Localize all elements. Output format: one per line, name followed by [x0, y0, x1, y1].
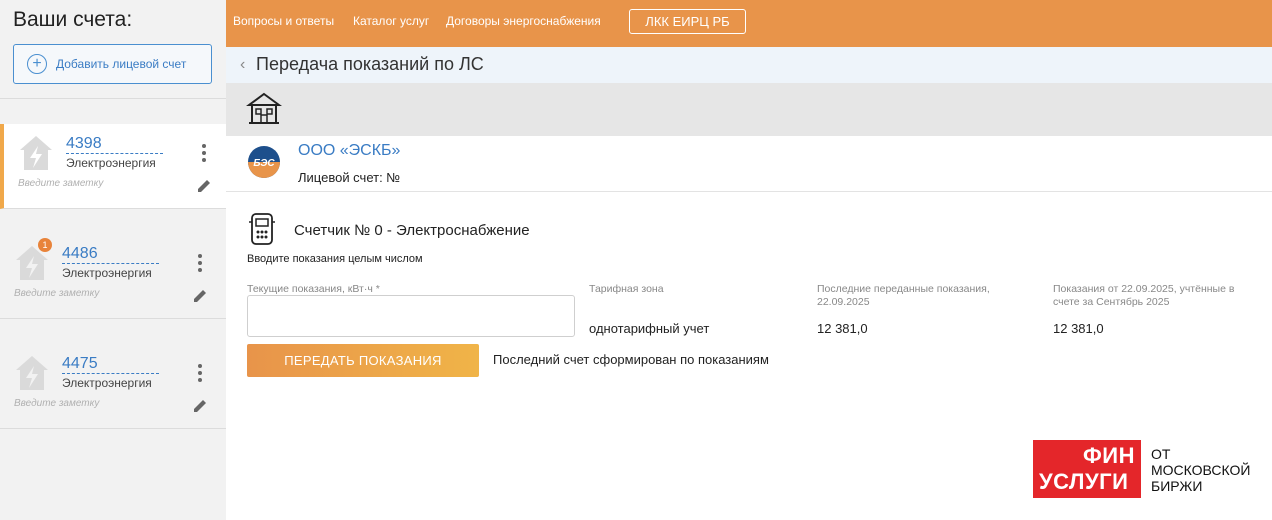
account-type: Электроэнергия	[62, 376, 152, 390]
plus-icon: +	[27, 54, 47, 74]
account-note[interactable]: Введите заметку	[14, 398, 99, 409]
pencil-icon[interactable]	[192, 398, 208, 414]
meter-title: Счетчик № 0 - Электроснабжение	[294, 222, 530, 239]
account-label: Лицевой счет: №	[298, 170, 401, 185]
account-number[interactable]: 4486	[62, 244, 159, 264]
reading-input[interactable]	[247, 295, 575, 337]
divider	[0, 98, 226, 99]
kebab-menu-icon[interactable]	[196, 142, 212, 166]
account-number[interactable]: 4475	[62, 354, 159, 374]
moex-tagline: ОТ МОСКОВСКОЙ БИРЖИ	[1151, 446, 1251, 494]
account-note[interactable]: Введите заметку	[18, 178, 103, 189]
pencil-icon[interactable]	[196, 178, 212, 194]
account-note[interactable]: Введите заметку	[14, 288, 99, 299]
sidebar-title: Ваши счета:	[13, 8, 133, 31]
account-number[interactable]: 4398	[66, 134, 163, 154]
last-readings-label: Последние переданные показания, 22.09.20…	[817, 283, 990, 308]
chevron-left-icon[interactable]: ‹	[240, 56, 245, 74]
account-type: Электроэнергия	[62, 266, 152, 280]
last-readings-value: 12 381,0	[817, 321, 868, 336]
organization-block: БЭС ООО «ЭСКБ» Лицевой счет: №	[226, 136, 1272, 192]
bes-logo: БЭС	[248, 146, 280, 178]
organization-name[interactable]: ООО «ЭСКБ»	[298, 142, 400, 160]
kebab-menu-icon[interactable]	[192, 252, 208, 276]
finuslugi-logo: ФИН УСЛУГИ	[1033, 440, 1141, 498]
top-nav-bar: Вопросы и ответы Каталог услуг Договоры …	[226, 0, 1272, 47]
submit-readings-button[interactable]: ПЕРЕДАТЬ ПОКАЗАНИЯ	[247, 344, 479, 377]
meter-icon	[249, 213, 275, 245]
nav-link-contracts[interactable]: Договоры энергоснабжения	[446, 14, 601, 28]
add-account-button[interactable]: + Добавить лицевой счет	[13, 44, 212, 84]
notification-badge: 1	[38, 238, 52, 252]
building-band	[226, 83, 1272, 136]
tariff-label: Тарифная зона	[589, 283, 664, 295]
account-card[interactable]: 4475 Электроэнергия Введите заметку	[0, 344, 226, 429]
nav-link-faq[interactable]: Вопросы и ответы	[233, 14, 334, 28]
nav-link-catalog[interactable]: Каталог услуг	[353, 14, 429, 28]
account-card[interactable]: 4398 Электроэнергия Введите заметку	[0, 124, 226, 209]
page-title: Передача показаний по ЛС	[256, 54, 484, 74]
counted-readings-label: Показания от 22.09.2025, учтённые в счет…	[1053, 283, 1235, 308]
building-icon	[246, 92, 282, 124]
tariff-value: однотарифный учет	[589, 321, 710, 336]
lkk-button[interactable]: ЛКК ЕИРЦ РБ	[629, 9, 746, 34]
account-type: Электроэнергия	[66, 156, 156, 170]
add-account-label: Добавить лицевой счет	[56, 57, 187, 71]
last-bill-text: Последний счет сформирован по показаниям	[493, 352, 769, 367]
house-electricity-icon	[16, 356, 48, 390]
account-card[interactable]: 1 4486 Электроэнергия Введите заметку	[0, 234, 226, 319]
svg-text:БЭС: БЭС	[253, 158, 275, 169]
kebab-menu-icon[interactable]	[192, 362, 208, 386]
pencil-icon[interactable]	[192, 288, 208, 304]
counted-readings-value: 12 381,0	[1053, 321, 1104, 336]
house-electricity-icon	[20, 136, 52, 170]
sidebar: Ваши счета: + Добавить лицевой счет 4398…	[0, 0, 226, 520]
breadcrumb: ‹ Передача показаний по ЛС	[226, 47, 1272, 83]
input-hint: Вводите показания целым числом	[247, 253, 423, 265]
